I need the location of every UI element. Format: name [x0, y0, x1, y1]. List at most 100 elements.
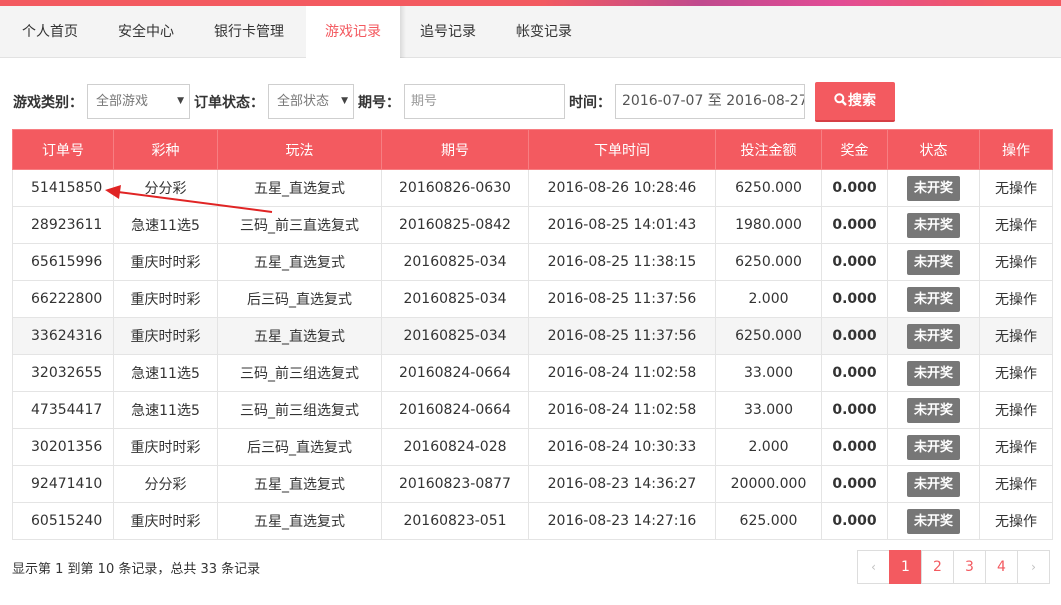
status-badge: 未开奖 [906, 323, 960, 349]
lottery-cell: 重庆时时彩 [113, 502, 218, 540]
status-badge: 未开奖 [906, 434, 960, 460]
filter-bar: 游戏类别： 全部游戏 ▼ 订单状态： 全部状态 ▼ 期号： 期号 时间： 201… [0, 82, 1061, 122]
amount-cell: 625.000 [715, 502, 822, 540]
game-type-value: 全部游戏 [96, 94, 149, 109]
order-link[interactable]: 51415850 [12, 169, 114, 207]
amount-cell: 20000.000 [715, 465, 822, 503]
status-badge: 未开奖 [906, 360, 960, 386]
status-cell: 未开奖 [887, 428, 980, 466]
issue-cell: 20160824-0664 [381, 354, 529, 392]
action-cell: 无操作 [979, 391, 1053, 429]
page-1-button[interactable]: 1 [889, 550, 922, 584]
play-cell: 后三码_直选复式 [217, 280, 382, 318]
tab-game-records[interactable]: 游戏记录 [306, 6, 400, 59]
status-badge: 未开奖 [906, 212, 960, 238]
lottery-cell: 重庆时时彩 [113, 243, 218, 281]
prize-cell: 0.000 [821, 502, 888, 540]
game-records-table: 订单号 彩种 玩法 期号 下单时间 投注金额 奖金 状态 操作 51415850… [12, 129, 1053, 540]
issue-cell: 20160823-0877 [381, 465, 529, 503]
issue-cell: 20160824-028 [381, 428, 529, 466]
prev-page-button[interactable]: ‹ [857, 550, 890, 584]
page-2-button[interactable]: 2 [921, 550, 954, 584]
order-link[interactable]: 30201356 [12, 428, 114, 466]
time-cell: 2016-08-24 10:30:33 [528, 428, 716, 466]
caret-down-icon: ▼ [341, 96, 348, 106]
order-link[interactable]: 32032655 [12, 354, 114, 392]
date-range-input[interactable]: 2016-07-07 至 2016-08-27 [615, 84, 805, 119]
time-cell: 2016-08-26 10:28:46 [528, 169, 716, 207]
status-cell: 未开奖 [887, 280, 980, 318]
status-badge: 未开奖 [906, 175, 960, 201]
order-link[interactable]: 28923611 [12, 206, 114, 244]
issue-cell: 20160825-034 [381, 243, 529, 281]
tab-bank-cards[interactable]: 银行卡管理 [192, 6, 306, 58]
amount-cell: 33.000 [715, 391, 822, 429]
prize-cell: 0.000 [821, 206, 888, 244]
time-cell: 2016-08-24 11:02:58 [528, 354, 716, 392]
col-prize: 奖金 [821, 129, 888, 170]
order-link[interactable]: 92471410 [12, 465, 114, 503]
tab-chase-records[interactable]: 追号记录 [400, 6, 496, 58]
lottery-cell: 分分彩 [113, 169, 218, 207]
issue-cell: 20160826-0630 [381, 169, 529, 207]
time-cell: 2016-08-23 14:27:16 [528, 502, 716, 540]
col-lottery: 彩种 [113, 129, 218, 170]
time-cell: 2016-08-25 14:01:43 [528, 206, 716, 244]
table-row: 32032655 急速11选5 三码_前三组选复式 20160824-0664 … [12, 354, 1053, 392]
play-cell: 五星_直选复式 [217, 502, 382, 540]
lottery-cell: 重庆时时彩 [113, 280, 218, 318]
play-cell: 五星_直选复式 [217, 243, 382, 281]
status-cell: 未开奖 [887, 243, 980, 281]
amount-cell: 2.000 [715, 280, 822, 318]
play-cell: 三码_前三直选复式 [217, 206, 382, 244]
amount-cell: 6250.000 [715, 317, 822, 355]
time-cell: 2016-08-25 11:37:56 [528, 317, 716, 355]
game-type-select[interactable]: 全部游戏 ▼ [87, 84, 190, 119]
status-badge: 未开奖 [906, 471, 960, 497]
play-cell: 三码_前三组选复式 [217, 391, 382, 429]
order-link[interactable]: 65615996 [12, 243, 114, 281]
order-status-label: 订单状态： [194, 95, 264, 111]
next-page-button[interactable]: › [1017, 550, 1050, 584]
amount-cell: 33.000 [715, 354, 822, 392]
search-button-label: 搜索 [848, 93, 876, 109]
tab-home[interactable]: 个人首页 [0, 6, 100, 58]
table-row: 30201356 重庆时时彩 后三码_直选复式 20160824-028 201… [12, 428, 1053, 466]
play-cell: 后三码_直选复式 [217, 428, 382, 466]
col-play: 玩法 [217, 129, 382, 170]
order-link[interactable]: 33624316 [12, 317, 114, 355]
time-cell: 2016-08-23 14:36:27 [528, 465, 716, 503]
amount-cell: 2.000 [715, 428, 822, 466]
table-row: 92471410 分分彩 五星_直选复式 20160823-0877 2016-… [12, 465, 1053, 503]
action-cell: 无操作 [979, 428, 1053, 466]
play-cell: 五星_直选复式 [217, 465, 382, 503]
action-cell: 无操作 [979, 354, 1053, 392]
order-status-select[interactable]: 全部状态 ▼ [268, 84, 354, 119]
issue-input[interactable]: 期号 [404, 84, 565, 119]
lottery-cell: 分分彩 [113, 465, 218, 503]
prize-cell: 0.000 [821, 428, 888, 466]
tab-security-center[interactable]: 安全中心 [100, 6, 192, 58]
issue-label: 期号： [358, 95, 400, 111]
issue-cell: 20160825-0842 [381, 206, 529, 244]
game-type-label: 游戏类别： [13, 95, 83, 111]
tab-account-changes[interactable]: 帐变记录 [496, 6, 592, 58]
action-cell: 无操作 [979, 502, 1053, 540]
prize-cell: 0.000 [821, 280, 888, 318]
status-badge: 未开奖 [906, 508, 960, 534]
table-row: 51415850 分分彩 五星_直选复式 20160826-0630 2016-… [12, 169, 1053, 207]
prize-cell: 0.000 [821, 354, 888, 392]
status-cell: 未开奖 [887, 206, 980, 244]
col-order-no: 订单号 [12, 129, 114, 170]
page-4-button[interactable]: 4 [985, 550, 1018, 584]
page-3-button[interactable]: 3 [953, 550, 986, 584]
search-button[interactable]: 搜索 [815, 82, 895, 122]
status-badge: 未开奖 [906, 249, 960, 275]
order-link[interactable]: 60515240 [12, 502, 114, 540]
order-link[interactable]: 66222800 [12, 280, 114, 318]
prize-cell: 0.000 [821, 465, 888, 503]
issue-cell: 20160824-0664 [381, 391, 529, 429]
order-link[interactable]: 47354417 [12, 391, 114, 429]
col-amount: 投注金额 [715, 129, 822, 170]
issue-cell: 20160823-051 [381, 502, 529, 540]
